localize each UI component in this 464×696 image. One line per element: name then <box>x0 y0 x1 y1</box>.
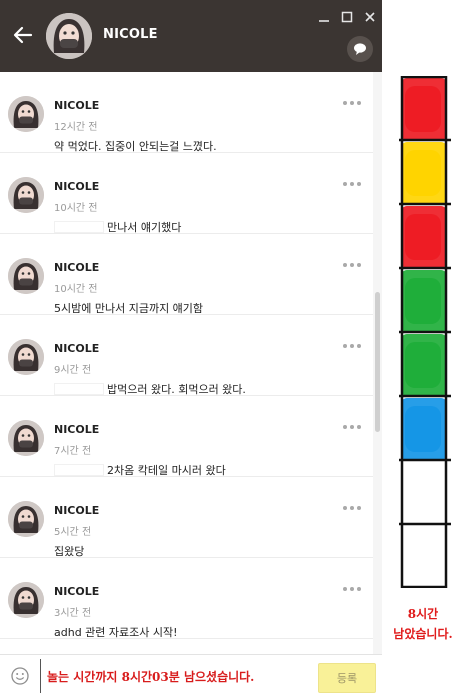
more-options-icon[interactable] <box>341 98 363 108</box>
avatar[interactable] <box>8 420 44 456</box>
emoji-icon[interactable] <box>10 666 30 686</box>
message-text: 밥먹으러 왔다. 회먹으러 왔다. <box>54 381 246 397</box>
list-item[interactable]: NICOLE 3시간 전 adhd 관련 자료조사 시작! <box>0 558 382 639</box>
message-time: 5시간 전 <box>54 527 92 538</box>
tracker-caption: 8시간 남았습니다. <box>382 604 464 644</box>
sender-name: NICOLE <box>54 504 100 517</box>
message-body: 집왔당 <box>54 545 85 558</box>
more-options-icon[interactable] <box>341 179 363 189</box>
message-body: 약 먹었다. 집중이 안되는걸 느꼈다. <box>54 140 217 153</box>
message-body: 2차옴 칵테일 마시러 왔다 <box>107 464 226 477</box>
more-options-icon[interactable] <box>341 503 363 513</box>
filled-segment-stroke <box>405 86 441 132</box>
speech-bubble-icon <box>354 43 366 55</box>
minimize-icon[interactable] <box>317 10 331 24</box>
message-body: 만나서 얘기했다 <box>107 221 182 234</box>
message-body: adhd 관련 자료조사 시작! <box>54 626 178 639</box>
message-text: adhd 관련 자료조사 시작! <box>54 624 178 640</box>
sender-name: NICOLE <box>54 423 100 436</box>
tracker-caption-remaining: 남았습니다. <box>393 627 453 641</box>
more-options-icon[interactable] <box>341 584 363 594</box>
message-body: 5시밤에 만나서 지금까지 얘기함 <box>54 302 204 315</box>
avatar[interactable] <box>8 177 44 213</box>
more-options-icon[interactable] <box>341 260 363 270</box>
list-item[interactable]: NICOLE 12시간 전약 먹었다. 집중이 안되는걸 느꼈다. <box>0 72 382 153</box>
maximize-icon[interactable] <box>340 10 354 24</box>
message-time: 3시간 전 <box>54 608 92 619</box>
filled-segment-stroke <box>405 150 441 196</box>
redacted-block <box>54 383 104 395</box>
more-options-icon[interactable] <box>341 341 363 351</box>
sender-name: NICOLE <box>54 342 100 355</box>
filled-segment-stroke <box>405 342 441 388</box>
message-time: 10시간 전 <box>54 203 98 214</box>
message-text: 만나서 얘기했다 <box>54 219 181 235</box>
message-text: 2차옴 칵테일 마시러 왔다 <box>54 462 226 478</box>
avatar[interactable] <box>46 13 92 59</box>
sender-name: NICOLE <box>54 261 100 274</box>
list-item[interactable]: NICOLE 9시간 전밥먹으러 왔다. 회먹으러 왔다. <box>0 315 382 396</box>
message-text: 5시밤에 만나서 지금까지 얘기함 <box>54 300 203 316</box>
message-input-bar: 등록 <box>0 654 382 696</box>
message-text: 집왔당 <box>54 543 84 559</box>
scrollbar-thumb[interactable] <box>375 292 380 432</box>
list-item[interactable]: NICOLE 10시간 전 5시밤에 만나서 지금까지 얘기함 <box>0 234 382 315</box>
filled-segment-stroke <box>405 214 441 260</box>
list-item[interactable]: NICOLE 5시간 전집왔당 <box>0 477 382 558</box>
avatar[interactable] <box>8 501 44 537</box>
avatar[interactable] <box>8 96 44 132</box>
back-arrow-icon[interactable] <box>10 22 36 48</box>
message-input[interactable] <box>40 659 312 693</box>
chat-title: NICOLE <box>103 27 158 42</box>
message-time: 7시간 전 <box>54 446 92 457</box>
redacted-block <box>54 464 104 476</box>
message-time: 9시간 전 <box>54 365 92 376</box>
message-time: 12시간 전 <box>54 122 98 133</box>
filled-segment-stroke <box>405 278 441 324</box>
message-list[interactable]: NICOLE 12시간 전약 먹었다. 집중이 안되는걸 느꼈다. NICOLE 10… <box>0 72 382 654</box>
tracker-caption-hours: 8시간 <box>407 607 439 621</box>
redacted-block <box>54 221 104 233</box>
message-time: 10시간 전 <box>54 284 98 295</box>
list-item[interactable]: NICOLE 7시간 전 2차옴 칵테일 마시러 왔다 <box>0 396 382 477</box>
send-button[interactable]: 등록 <box>318 663 376 693</box>
filled-segment-stroke <box>405 406 441 452</box>
sender-name: NICOLE <box>54 99 100 112</box>
sender-name: NICOLE <box>54 585 100 598</box>
chat-header: NICOLE <box>0 0 382 72</box>
chat-bubble-button[interactable] <box>347 36 373 62</box>
list-item[interactable]: NICOLE 10시간 전만나서 얘기했다 <box>0 153 382 234</box>
message-body: 밥먹으러 왔다. 회먹으러 왔다. <box>107 383 246 396</box>
scrollbar[interactable] <box>373 72 382 654</box>
avatar[interactable] <box>8 258 44 294</box>
sender-name: NICOLE <box>54 180 100 193</box>
message-text: 약 먹었다. 집중이 안되는걸 느꼈다. <box>54 138 217 154</box>
more-options-icon[interactable] <box>341 422 363 432</box>
close-icon[interactable] <box>363 10 377 24</box>
avatar[interactable] <box>8 339 44 375</box>
time-progress-tracker <box>399 76 451 588</box>
avatar[interactable] <box>8 582 44 618</box>
